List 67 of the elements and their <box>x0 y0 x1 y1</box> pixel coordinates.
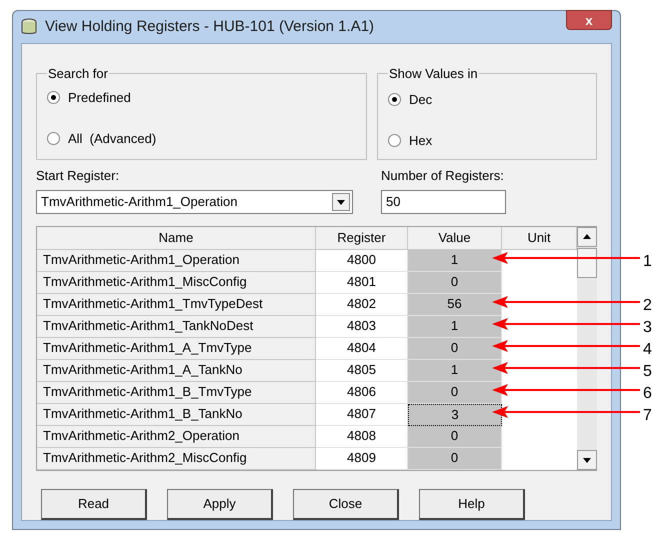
callout-number: 3 <box>643 320 652 336</box>
value-cell: 56 <box>408 294 502 316</box>
value-cell: 1 <box>408 360 502 382</box>
group-label: Show Values in <box>388 65 479 83</box>
radio-button[interactable] <box>47 90 60 104</box>
radio-label[interactable]: Dec <box>409 90 432 109</box>
name-cell: TmvArithmetic-Arithm1_A_TankNo <box>37 360 316 382</box>
scroll-up-icon[interactable] <box>577 226 597 246</box>
callout-number: 1 <box>643 254 652 270</box>
register-cell: 4805 <box>316 360 408 382</box>
scrollbar[interactable] <box>577 226 597 470</box>
radio-button[interactable] <box>388 134 401 148</box>
dialog-button[interactable]: Close <box>293 488 399 520</box>
register-cell: 4808 <box>316 426 408 448</box>
callout-number: 6 <box>643 386 652 402</box>
window-title: View Holding Registers - HUB-101 (Version 1.A1) <box>45 16 374 37</box>
value-cell: 1 <box>408 316 502 338</box>
radio-button[interactable] <box>388 92 401 106</box>
name-cell: TmvArithmetic-Arithm1_TankNoDest <box>37 316 316 338</box>
name-cell: TmvArithmetic-Arithm1_A_TmvType <box>37 338 316 360</box>
column-header[interactable]: Value <box>408 226 502 250</box>
dialog-button[interactable]: Apply <box>167 488 273 520</box>
column-header[interactable]: Register <box>316 226 408 250</box>
value-cell: 3 <box>408 404 502 426</box>
value-cell: 0 <box>408 448 502 470</box>
radio-label[interactable]: Hex <box>409 131 432 150</box>
value-cell: 1 <box>408 250 502 272</box>
name-cell: TmvArithmetic-Arithm1_B_TmvType <box>37 382 316 404</box>
value-cell: 0 <box>408 338 502 360</box>
column-header[interactable]: Unit <box>502 226 577 250</box>
radio-label[interactable]: Predefined <box>68 88 131 107</box>
callout-number: 5 <box>643 364 652 380</box>
field-label: Start Register: <box>36 167 120 185</box>
register-cell: 4804 <box>316 338 408 360</box>
scroll-thumb[interactable] <box>577 248 597 278</box>
register-cell: 4809 <box>316 448 408 470</box>
name-cell: TmvArithmetic-Arithm1_TmvTypeDest <box>37 294 316 316</box>
radio-label[interactable]: All (Advanced) <box>68 129 156 148</box>
value-cell: 0 <box>408 382 502 404</box>
register-cell: 4800 <box>316 250 408 272</box>
column-header[interactable]: Name <box>37 226 316 250</box>
dialog-button[interactable]: Read <box>41 488 147 520</box>
register-cell: 4801 <box>316 272 408 294</box>
register-cell: 4806 <box>316 382 408 404</box>
dropdown-value: TmvArithmetic-Arithm1_Operation <box>41 192 238 211</box>
name-cell: TmvArithmetic-Arithm2_MiscConfig <box>37 448 316 470</box>
register-cell: 4807 <box>316 404 408 426</box>
name-cell: TmvArithmetic-Arithm1_B_TankNo <box>37 404 316 426</box>
callout-number: 2 <box>643 298 652 314</box>
window-close-button[interactable]: x <box>566 10 612 30</box>
value-cell: 0 <box>408 272 502 294</box>
name-cell: TmvArithmetic-Arithm1_Operation <box>37 250 316 272</box>
scroll-down-icon[interactable] <box>577 450 597 470</box>
name-cell: TmvArithmetic-Arithm1_MiscConfig <box>37 272 316 294</box>
callout-number: 7 <box>643 408 652 424</box>
register-cell: 4802 <box>316 294 408 316</box>
name-cell: TmvArithmetic-Arithm2_Operation <box>37 426 316 448</box>
value-cell: 0 <box>408 426 502 448</box>
field-label: Number of Registers: <box>381 167 505 185</box>
register-cell: 4803 <box>316 316 408 338</box>
callout-number: 4 <box>643 342 652 358</box>
number-of-registers-field[interactable]: 50 <box>381 190 506 214</box>
dialog-button[interactable]: Help <box>419 488 525 520</box>
start-register-dropdown[interactable]: TmvArithmetic-Arithm1_Operation <box>36 190 353 214</box>
radio-button[interactable] <box>47 132 60 146</box>
group-label: Search for <box>47 65 109 83</box>
cylinder-icon <box>21 18 37 36</box>
